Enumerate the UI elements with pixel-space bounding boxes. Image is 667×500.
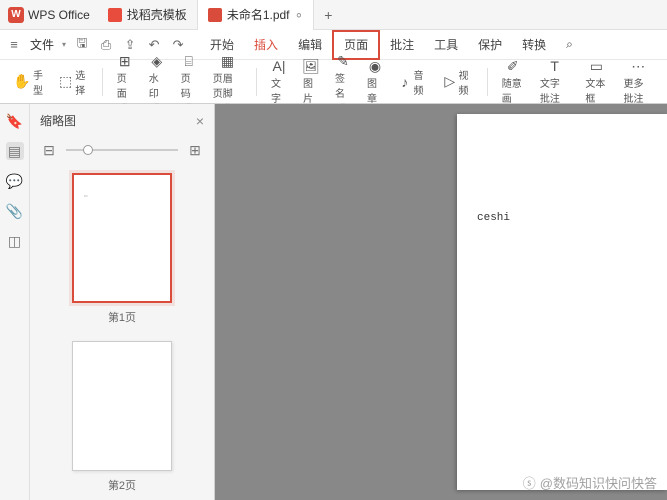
image-button[interactable]: 🖼图片	[297, 56, 325, 107]
tab-protect[interactable]: 保护	[468, 30, 512, 60]
app-brand: W WPS Office	[0, 7, 98, 23]
app-logo-icon: W	[8, 7, 24, 23]
watermark-text: @数码知识快问快答	[540, 473, 657, 492]
zoom-slider[interactable]	[66, 149, 178, 151]
divider	[487, 68, 488, 96]
text-button[interactable]: A|文字	[265, 56, 293, 107]
pagenum-button[interactable]: ⌸页码▾	[175, 51, 203, 112]
thumbs-list: ┄ 第1页 第2页	[30, 163, 214, 500]
more-icon: ⋯	[630, 58, 646, 74]
thumb-2[interactable]: 第2页	[67, 341, 177, 493]
thumbnails-icon[interactable]: ▤	[6, 142, 24, 160]
tab-annotate[interactable]: 批注	[380, 30, 424, 60]
tab-convert[interactable]: 转换	[512, 30, 556, 60]
tab-edit[interactable]: 编辑	[288, 30, 332, 60]
ribbon-toolbar: ✋手型 ⬚选择 ⊞页面▾ ◈水印▾ ⌸页码▾ ▦页眉页脚▾ A|文字 🖼图片 ✎…	[0, 60, 667, 104]
tab-document[interactable]: 未命名1.pdf ∘	[198, 0, 314, 30]
cursor-icon: ⬚	[59, 74, 72, 90]
slider-knob[interactable]	[83, 145, 93, 155]
moreanno-button[interactable]: ⋯更多批注	[617, 56, 659, 107]
save-icon[interactable]: 🖫	[74, 37, 90, 53]
text-icon: A|	[271, 58, 287, 74]
tab-templates[interactable]: 找稻壳模板	[98, 0, 198, 30]
tab-label: 找稻壳模板	[127, 6, 187, 23]
thumb-label: 第1页	[108, 309, 136, 325]
stamp-button[interactable]: ◉图章	[361, 56, 389, 107]
stamp-icon: ◉	[367, 58, 383, 74]
select-tool-button[interactable]: ⬚选择	[53, 65, 94, 99]
doodle-icon: ✐	[505, 58, 521, 74]
zoom-in-icon[interactable]: ⊞	[186, 141, 204, 159]
thumb-1[interactable]: ┄ 第1页	[67, 173, 177, 325]
textanno-button[interactable]: T文字批注	[534, 56, 576, 107]
pdf-icon	[208, 8, 222, 22]
workspace[interactable]: ceshi	[215, 104, 667, 500]
add-tab-button[interactable]: +	[314, 7, 342, 23]
doodle-button[interactable]: ✐随意画	[496, 56, 530, 107]
thumbs-zoom-controls: ⊟ ⊞	[30, 137, 214, 163]
image-icon: 🖼	[303, 58, 319, 74]
search-icon[interactable]: ⌕	[556, 30, 583, 60]
page-icon: ⊞	[117, 53, 133, 69]
tab-tool[interactable]: 工具	[424, 30, 468, 60]
menu-icon[interactable]: ≡	[6, 37, 22, 53]
zoom-out-icon[interactable]: ⊟	[40, 141, 58, 159]
textanno-icon: T	[547, 58, 563, 74]
audio-button[interactable]: ♪音频	[393, 65, 434, 99]
menu-tabs: 开始 插入 编辑 页面 批注 工具 保护 转换 ⌕	[200, 30, 583, 60]
textbox-button[interactable]: ▭文本框	[579, 56, 613, 107]
hand-tool-button[interactable]: ✋手型	[8, 65, 49, 99]
watermark-overlay: ⓢ @数码知识快问快答	[523, 473, 657, 492]
hand-icon: ✋	[14, 74, 30, 90]
tab-insert[interactable]: 插入	[244, 30, 288, 60]
thumbnails-panel: 缩略图 × ⊟ ⊞ ┄ 第1页 第2页	[30, 104, 215, 500]
divider	[256, 68, 257, 96]
textbox-icon: ▭	[588, 58, 604, 74]
thumbs-title: 缩略图	[40, 112, 76, 129]
app-name: WPS Office	[28, 8, 90, 22]
close-icon[interactable]: ∘	[295, 6, 304, 23]
thumb-label: 第2页	[108, 477, 136, 493]
chevron-down-icon: ▾	[62, 40, 66, 49]
video-icon: ▷	[444, 74, 456, 90]
tab-label: 未命名1.pdf	[227, 6, 290, 23]
video-button[interactable]: ▷视频	[438, 65, 479, 99]
thumbs-header: 缩略图 ×	[30, 104, 214, 137]
page-text: ceshi	[477, 212, 510, 224]
comment-icon[interactable]: 💬	[6, 172, 24, 190]
template-icon	[108, 8, 122, 22]
header-footer-button[interactable]: ▦页眉页脚▾	[207, 51, 249, 112]
bookmark-icon[interactable]: 🔖	[6, 112, 24, 130]
header-icon: ▦	[219, 53, 235, 69]
titlebar: W WPS Office 找稻壳模板 未命名1.pdf ∘ +	[0, 0, 667, 30]
thumb-page[interactable]: ┄	[72, 173, 172, 303]
audio-icon: ♪	[399, 74, 411, 90]
main-area: 🔖 ▤ 💬 📎 ◫ 缩略图 × ⊟ ⊞ ┄ 第1页 第2页 cesh	[0, 104, 667, 500]
watermark-icon: ◈	[149, 53, 165, 69]
close-panel-icon[interactable]: ×	[196, 113, 204, 129]
tool-group-select: ✋手型	[8, 65, 49, 99]
sign-icon: ✎	[335, 53, 351, 69]
thumb-page[interactable]	[72, 341, 172, 471]
layers-icon[interactable]: ◫	[6, 232, 24, 250]
document-page[interactable]: ceshi	[457, 114, 667, 490]
watermark-icon: ⓢ	[523, 473, 536, 492]
watermark-button[interactable]: ◈水印▾	[143, 51, 171, 112]
sign-button[interactable]: ✎签名▾	[329, 51, 357, 112]
sidebar: 🔖 ▤ 💬 📎 ◫	[0, 104, 30, 500]
pagenum-icon: ⌸	[181, 53, 197, 69]
divider	[102, 68, 103, 96]
pagebg-button[interactable]: ⊞页面▾	[111, 51, 139, 112]
file-menu[interactable]: 文件	[30, 36, 54, 53]
attachment-icon[interactable]: 📎	[6, 202, 24, 220]
thumb-content: ┄	[84, 193, 88, 200]
